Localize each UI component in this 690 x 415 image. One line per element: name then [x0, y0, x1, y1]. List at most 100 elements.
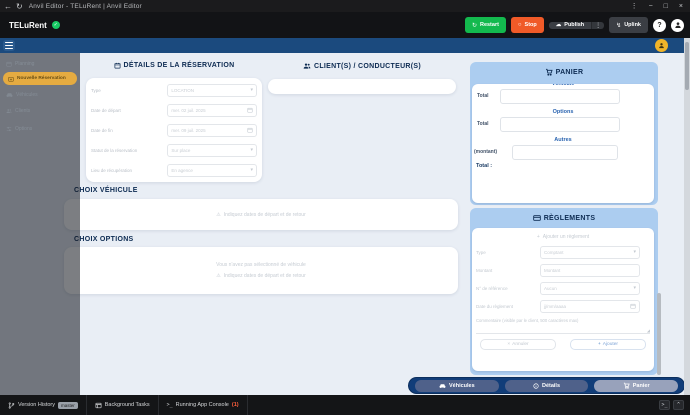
resize-handle[interactable]: ◢	[647, 328, 650, 333]
sidebar-item-clients[interactable]: Clients	[0, 105, 80, 117]
options-empty-message-1: Vous n'avez pas sélectionné de véhicule	[216, 262, 306, 268]
reload-icon[interactable]: ↻	[16, 2, 23, 11]
cart-icon	[545, 68, 553, 76]
calendar-plus-icon	[8, 76, 14, 82]
stop-button[interactable]: ○ Stop	[511, 17, 544, 33]
sidebar-menu: Planning Nouvelle Réservation Véhicules …	[0, 53, 80, 135]
reglement-reference-select[interactable]: Aucun▾	[540, 282, 640, 295]
nav-panier-button[interactable]: Panier	[594, 380, 678, 392]
console-toggle-button[interactable]: >_	[659, 400, 670, 410]
hamburger-menu-button[interactable]	[3, 40, 15, 51]
git-branch-icon	[8, 402, 15, 409]
start-date-input[interactable]: mer. 02 juil. 2025	[167, 104, 257, 117]
reglement-comment-textarea[interactable]: ◢	[476, 325, 650, 334]
reservation-type-select[interactable]: LOCATION▾	[167, 84, 257, 97]
client-search-input[interactable]	[268, 79, 456, 94]
people-icon	[303, 62, 311, 70]
window-title: Anvil Editor - TELuRent | Anvil Editor	[29, 3, 142, 10]
panier-vehicule-total-input[interactable]	[500, 89, 620, 104]
app-header-bar	[0, 38, 684, 53]
minimize-icon[interactable]: −	[649, 3, 653, 10]
background-tasks-button[interactable]: Background Tasks	[87, 395, 159, 415]
panier-vehicule-total-label: Total	[477, 93, 489, 99]
account-button[interactable]	[671, 19, 684, 32]
close-icon[interactable]: ×	[679, 3, 683, 10]
panier-autres-input[interactable]	[512, 145, 618, 160]
calendar-icon	[247, 127, 253, 133]
reglement-date-input[interactable]: jj/mm/aaaa	[540, 300, 640, 313]
chevron-down-icon: ▾	[250, 167, 253, 173]
people-icon	[6, 108, 12, 114]
sidebar-item-vehicules[interactable]: Véhicules	[0, 89, 80, 101]
cloud-icon: ☁	[556, 22, 562, 28]
cart-icon	[623, 382, 630, 389]
reglement-type-select[interactable]: Comptant▾	[540, 246, 640, 259]
branch-badge: master	[58, 402, 78, 409]
field-label: Type	[91, 88, 167, 93]
reglement-montant-input[interactable]: Montant	[540, 264, 640, 277]
panier-header: PANIER	[470, 62, 658, 82]
calendar-icon	[6, 61, 12, 67]
plus-icon: +	[537, 234, 540, 240]
maximize-icon[interactable]: □	[664, 3, 668, 10]
sidebar-item-planning[interactable]: Planning	[0, 58, 80, 70]
app-name: TELuRent	[9, 21, 47, 30]
nav-details-button[interactable]: Détails	[505, 380, 589, 392]
car-icon	[6, 92, 13, 98]
panier-total-footer: Total :	[476, 163, 654, 169]
warning-icon: ⚠	[216, 212, 220, 218]
reglements-header: RÈGLEMENTS	[470, 208, 658, 228]
chevron-down-icon: ▾	[633, 249, 636, 255]
chevron-down-icon: ▾	[633, 285, 636, 291]
chevron-down-icon: ▾	[250, 87, 253, 93]
status-select[interactable]: Sur place▾	[167, 144, 257, 157]
app-user-button[interactable]	[655, 39, 668, 52]
expand-panel-button[interactable]: ^	[673, 400, 684, 410]
info-icon	[533, 383, 539, 389]
window-menu-icon[interactable]: ⋮	[631, 2, 638, 10]
warning-icon: ⚠	[216, 273, 220, 279]
reglement-row-label: Type	[476, 250, 540, 255]
reglement-row-label: Date du règlement	[476, 304, 540, 309]
field-label: Date de départ	[91, 108, 167, 113]
sidebar-item-nouvelle-reservation[interactable]: Nouvelle Réservation	[3, 72, 77, 85]
publish-more-button[interactable]: ⋮	[591, 22, 604, 29]
editor-toolbar: TELuRent ✓ ↻ Restart ○ Stop ☁ Publish ⋮ …	[0, 12, 690, 38]
bottom-nav: Véhicules Détails Panier	[408, 377, 685, 394]
sidebar-backdrop[interactable]: Planning Nouvelle Réservation Véhicules …	[0, 53, 80, 395]
person-icon	[658, 42, 665, 49]
pickup-select[interactable]: En agence▾	[167, 164, 257, 177]
reservation-card: Type LOCATION▾ Date de départ mer. 02 ju…	[86, 78, 262, 182]
restart-button[interactable]: ↻ Restart	[465, 17, 506, 33]
panier-card: Véhicule Total Options Total Autres (mon…	[472, 84, 654, 203]
back-icon[interactable]: ←	[4, 2, 12, 11]
calendar-icon	[114, 62, 121, 69]
add-reglement-button[interactable]: + Ajouter un règlement	[472, 234, 654, 240]
version-history-button[interactable]: Version History master	[0, 395, 87, 415]
uplink-button[interactable]: ↯ Uplink	[609, 17, 648, 33]
verified-check-icon: ✓	[52, 21, 60, 29]
reglements-panel: RÈGLEMENTS + Ajouter un règlement Type C…	[470, 208, 658, 375]
clients-section-header: CLIENT(S) / CONDUCTEUR(S)	[266, 62, 458, 70]
sidebar-item-options[interactable]: Options	[0, 123, 80, 135]
help-button[interactable]: ?	[653, 19, 666, 32]
reglement-cancel-button[interactable]: × Annuler	[480, 339, 556, 350]
end-date-input[interactable]: mer. 09 juil. 2025	[167, 124, 257, 137]
os-titlebar: ← ↻ Anvil Editor - TELuRent | Anvil Edit…	[0, 0, 690, 12]
running-app-console-button[interactable]: >_ Running App Console (1)	[159, 395, 248, 415]
scrollbar-thumb[interactable]	[685, 42, 689, 90]
publish-button[interactable]: ☁ Publish	[549, 22, 591, 29]
nav-vehicules-button[interactable]: Véhicules	[415, 380, 499, 392]
app-scrollbar[interactable]	[684, 38, 690, 395]
choix-options-header: CHOIX OPTIONS	[74, 236, 134, 243]
panel-scrollbar[interactable]	[657, 293, 661, 375]
credit-card-icon	[533, 214, 541, 222]
choix-vehicule-header: CHOIX VÉHICULE	[74, 187, 138, 194]
calendar-icon	[630, 303, 636, 309]
calendar-icon	[247, 107, 253, 113]
editor-statusbar: Version History master Background Tasks …	[0, 395, 690, 415]
panier-options-total-input[interactable]	[500, 117, 620, 132]
chevron-down-icon: ▾	[250, 147, 253, 153]
reglement-add-button[interactable]: + Ajouter	[570, 339, 646, 350]
terminal-icon: >_	[167, 402, 173, 408]
